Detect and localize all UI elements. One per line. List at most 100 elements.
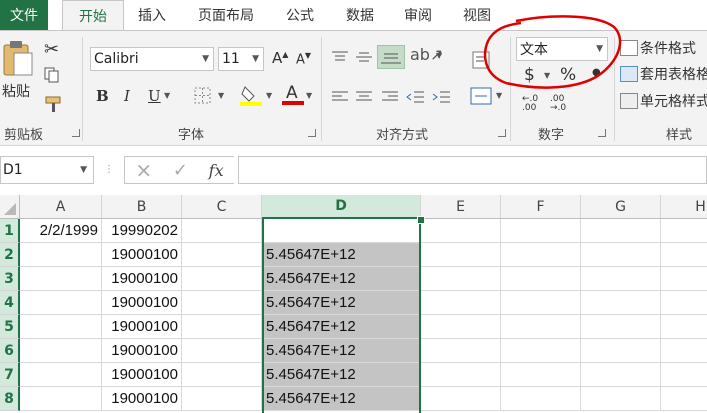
cell-g2[interactable] [581,243,661,267]
cell-styles-button[interactable]: 单元格样式 [620,92,707,110]
chevron-down-icon[interactable]: ▼ [436,51,442,60]
column-header-e[interactable]: E [421,195,501,219]
alignment-launcher-icon[interactable] [498,129,506,137]
cell-b4[interactable]: 19000100 [102,291,182,315]
cut-icon[interactable]: ✂ [44,39,59,60]
cell-g3[interactable] [581,267,661,291]
cell-c8[interactable] [182,387,262,411]
chevron-down-icon[interactable]: ▼ [496,91,502,100]
border-icon[interactable] [194,87,212,105]
cell-h3[interactable] [661,267,707,291]
cell-e2[interactable] [421,243,501,267]
cell-d1[interactable] [262,219,421,243]
conditional-format-button[interactable]: 条件格式 [620,39,707,57]
cell-a3[interactable] [20,267,102,291]
cancel-icon[interactable]: × [135,158,152,182]
merge-center-icon[interactable] [470,87,492,105]
cell-b3[interactable]: 19000100 [102,267,182,291]
cell-a1[interactable]: 2/2/1999 [20,219,102,243]
cell-b5[interactable]: 19000100 [102,315,182,339]
cell-b1[interactable]: 19990202 [102,219,182,243]
cell-b6[interactable]: 19000100 [102,339,182,363]
cell-g1[interactable] [581,219,661,243]
decrease-font-icon[interactable]: A▼ [296,51,311,67]
format-as-table-button[interactable]: 套用表格格 [620,65,707,83]
cell-a4[interactable] [20,291,102,315]
column-header-c[interactable]: C [182,195,262,219]
cell-a2[interactable] [20,243,102,267]
cell-f4[interactable] [501,291,581,315]
cell-e6[interactable] [421,339,501,363]
column-header-h[interactable]: H [661,195,707,219]
fill-handle[interactable] [417,216,425,224]
row-header[interactable]: 2 [0,243,20,267]
cell-c7[interactable] [182,363,262,387]
cell-e7[interactable] [421,363,501,387]
tab-view[interactable]: 视图 [452,0,502,30]
cell-f2[interactable] [501,243,581,267]
align-left-icon[interactable] [330,89,350,103]
cell-c1[interactable] [182,219,262,243]
cell-d4[interactable]: 5.45647E+12 [262,291,421,315]
row-header[interactable]: 1 [0,219,20,243]
cell-h1[interactable] [661,219,707,243]
cell-e4[interactable] [421,291,501,315]
decrease-indent-icon[interactable] [406,89,426,103]
align-top-icon[interactable] [330,49,350,63]
cell-d2[interactable]: 5.45647E+12 [262,243,421,267]
cell-a6[interactable] [20,339,102,363]
column-header-b[interactable]: B [102,195,182,219]
cell-h4[interactable] [661,291,707,315]
chevron-down-icon[interactable]: ▼ [164,91,170,100]
cell-h6[interactable] [661,339,707,363]
font-name-select[interactable]: Calibri ▼ [90,47,214,71]
currency-button[interactable]: $ [524,65,535,85]
percent-button[interactable]: % [560,65,576,85]
cell-b2[interactable]: 19000100 [102,243,182,267]
align-center-icon[interactable] [354,89,374,103]
cell-c5[interactable] [182,315,262,339]
cell-c4[interactable] [182,291,262,315]
paste-label[interactable]: 粘贴 [2,81,30,101]
paste-icon[interactable] [2,39,36,81]
cell-c6[interactable] [182,339,262,363]
cell-a5[interactable] [20,315,102,339]
cell-g4[interactable] [581,291,661,315]
decrease-decimal-icon[interactable]: .00 →.0 [550,95,566,113]
insert-function-icon[interactable]: fx [209,161,224,180]
chevron-down-icon[interactable]: ▼ [544,71,550,80]
align-bottom-icon[interactable] [377,45,405,69]
row-header[interactable]: 8 [0,387,20,411]
chevron-down-icon[interactable]: ▼ [218,91,224,100]
increase-indent-icon[interactable] [432,89,452,103]
cell-e8[interactable] [421,387,501,411]
cell-h5[interactable] [661,315,707,339]
bold-button[interactable]: B [96,87,109,105]
cell-c2[interactable] [182,243,262,267]
cell-a8[interactable] [20,387,102,411]
cell-e5[interactable] [421,315,501,339]
row-header[interactable]: 7 [0,363,20,387]
font-launcher-icon[interactable] [308,129,316,137]
cell-g7[interactable] [581,363,661,387]
cell-f3[interactable] [501,267,581,291]
tab-formulas[interactable]: 公式 [274,0,326,30]
font-color-icon[interactable]: A [282,81,304,107]
cell-g5[interactable] [581,315,661,339]
tab-file[interactable]: 文件 [0,0,48,30]
fill-color-icon[interactable] [240,83,262,107]
copy-icon[interactable] [44,67,60,83]
row-header[interactable]: 6 [0,339,20,363]
column-header-g[interactable]: G [581,195,661,219]
cell-d7[interactable]: 5.45647E+12 [262,363,421,387]
row-header[interactable]: 5 [0,315,20,339]
cell-f1[interactable] [501,219,581,243]
italic-button[interactable]: I [124,87,130,105]
align-right-icon[interactable] [380,89,400,103]
format-painter-icon[interactable] [44,95,66,113]
tab-home[interactable]: 开始 [62,0,124,32]
cell-d8[interactable]: 5.45647E+12 [262,387,421,411]
cell-d6[interactable]: 5.45647E+12 [262,339,421,363]
increase-decimal-icon[interactable]: ←.0.00 [522,95,538,113]
clipboard-launcher-icon[interactable] [72,129,80,137]
